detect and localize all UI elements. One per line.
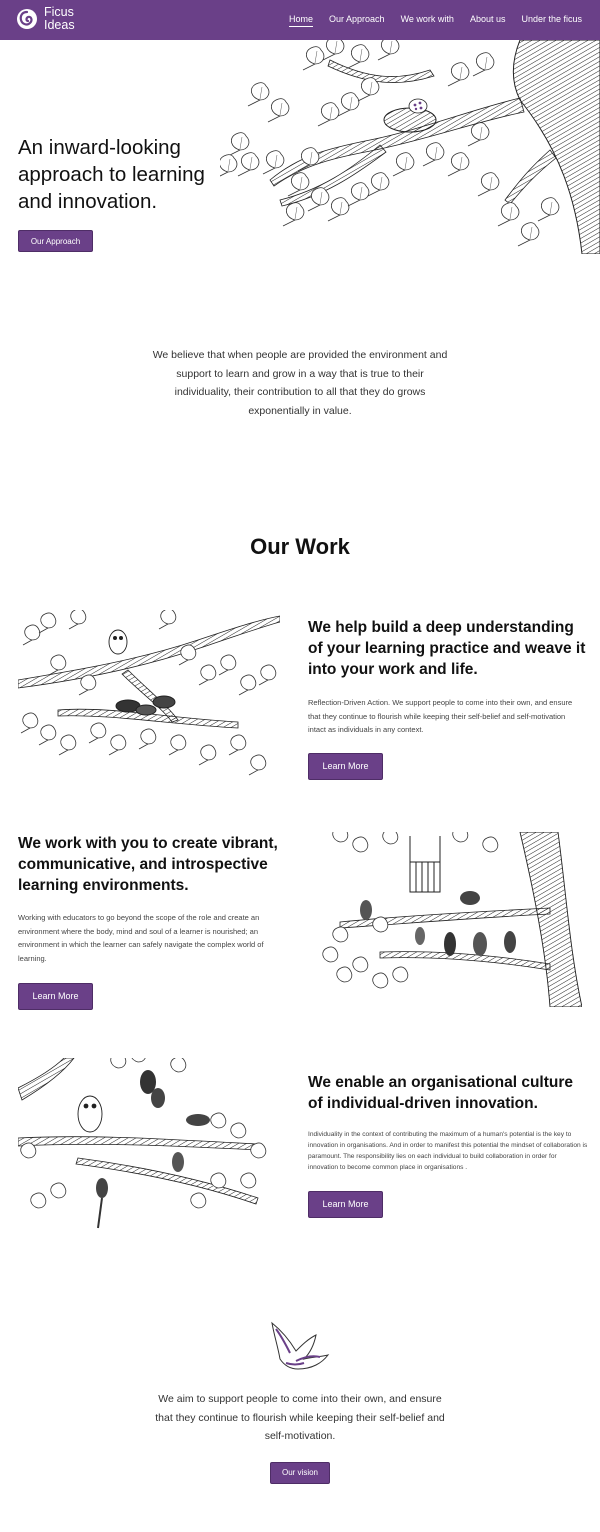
ficus-logo-icon	[17, 9, 37, 29]
top-navbar: Ficus Ideas Home Our Approach We work wi…	[0, 0, 600, 40]
work-3-heading: We enable an organisational culture of i…	[308, 1072, 590, 1114]
brand-name: Ficus Ideas	[44, 6, 94, 32]
nav-our-approach[interactable]: Our Approach	[329, 14, 385, 27]
brand-line-1: Ficus	[44, 5, 74, 19]
work-2-heading: We work with you to create vibrant, comm…	[18, 833, 288, 896]
nav-home[interactable]: Home	[289, 14, 314, 27]
our-work-title: Our Work	[250, 534, 350, 559]
work-3-heading-bold: organisational	[411, 1074, 518, 1091]
belief-statement: We believe that when people are provided…	[152, 349, 448, 417]
main-nav: Home Our Approach We work with About us …	[289, 14, 582, 27]
aim-statement: We aim to support people to come into th…	[155, 1393, 445, 1442]
hero-title: An inward-looking approach to learning a…	[18, 136, 205, 213]
work-3-heading-text: We enable an	[308, 1074, 412, 1091]
flying-bird-icon	[271, 1321, 330, 1370]
work-3-learn-more-button[interactable]: Learn More	[308, 1191, 383, 1218]
brand-line-2: Ideas	[44, 18, 75, 32]
work-1-illustration	[18, 610, 280, 776]
work-2-heading-end: .	[184, 877, 189, 894]
work-2-body: Working with educators to go beyond the …	[18, 913, 264, 963]
work-2-heading-bold: environments	[82, 877, 185, 894]
nav-we-work-with[interactable]: We work with	[401, 14, 454, 27]
work-2-illustration	[322, 832, 582, 1007]
work-3-body: Individuality in the context of contribu…	[308, 1131, 588, 1171]
nav-about-us[interactable]: About us	[470, 14, 506, 27]
nav-under-the-ficus[interactable]: Under the ficus	[521, 14, 582, 27]
work-1-body: Reflection-Driven Action. We support peo…	[308, 698, 573, 734]
work-3-illustration	[18, 1058, 267, 1229]
work-1-learn-more-button[interactable]: Learn More	[308, 753, 383, 780]
our-vision-button[interactable]: Our vision	[270, 1462, 330, 1484]
logo-link[interactable]: Ficus Ideas	[16, 6, 94, 32]
our-approach-button[interactable]: Our Approach	[18, 230, 93, 252]
hero-tree-illustration	[220, 40, 600, 254]
work-2-learn-more-button[interactable]: Learn More	[18, 983, 93, 1010]
work-1-heading: We help build a deep understanding of yo…	[308, 619, 586, 678]
